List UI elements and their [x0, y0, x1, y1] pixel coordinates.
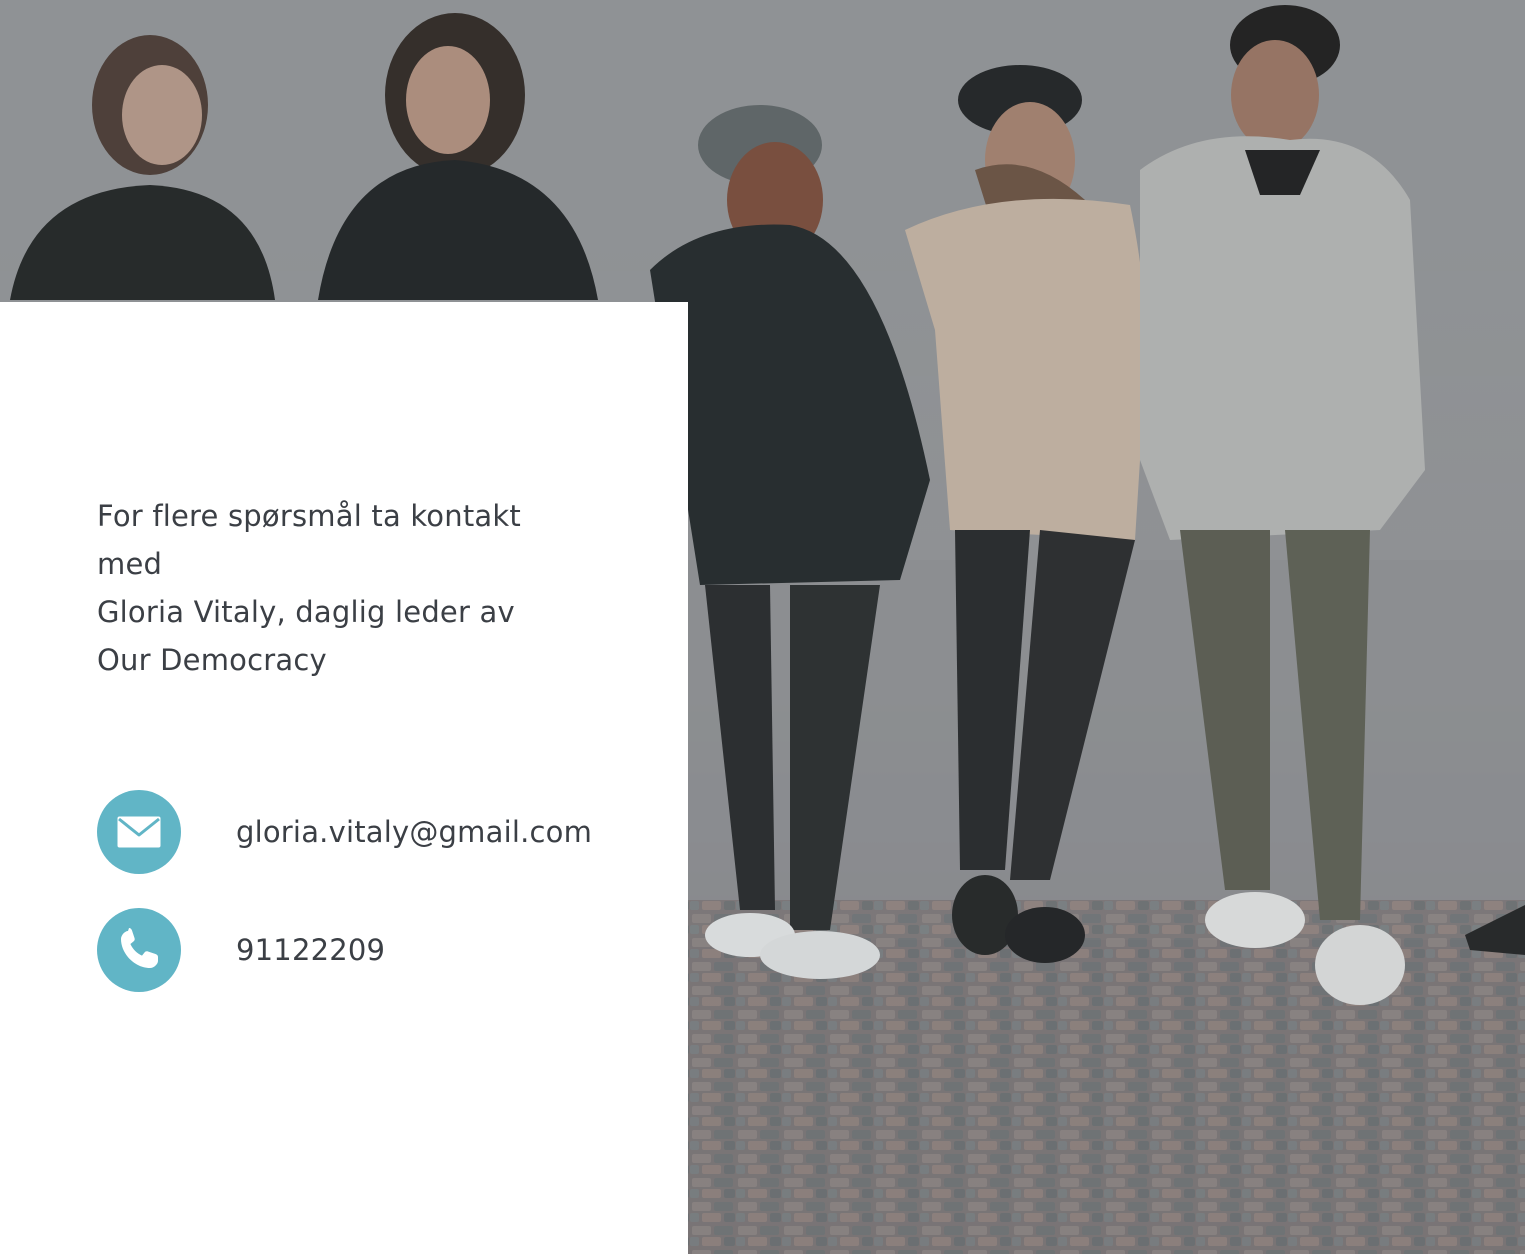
- intro-line-3: Gloria Vitaly, daglig leder av: [97, 595, 515, 629]
- phone-contact-row[interactable]: 91122209: [97, 908, 385, 992]
- email-badge[interactable]: [97, 790, 181, 874]
- email-address-link[interactable]: gloria.vitaly@gmail.com: [236, 815, 592, 849]
- intro-line-2: med: [97, 547, 163, 581]
- contact-intro-text: For flere spørsmål ta kontakt med Gloria…: [97, 492, 567, 684]
- phone-icon: [121, 928, 158, 968]
- phone-badge[interactable]: [97, 908, 181, 992]
- envelope-icon: [117, 816, 161, 848]
- intro-line-1: For flere spørsmål ta kontakt: [97, 499, 521, 533]
- phone-number-link[interactable]: 91122209: [236, 933, 385, 967]
- intro-line-4: Our Democracy: [97, 643, 327, 677]
- contact-card: [0, 302, 688, 1254]
- email-contact-row[interactable]: gloria.vitaly@gmail.com: [97, 790, 592, 874]
